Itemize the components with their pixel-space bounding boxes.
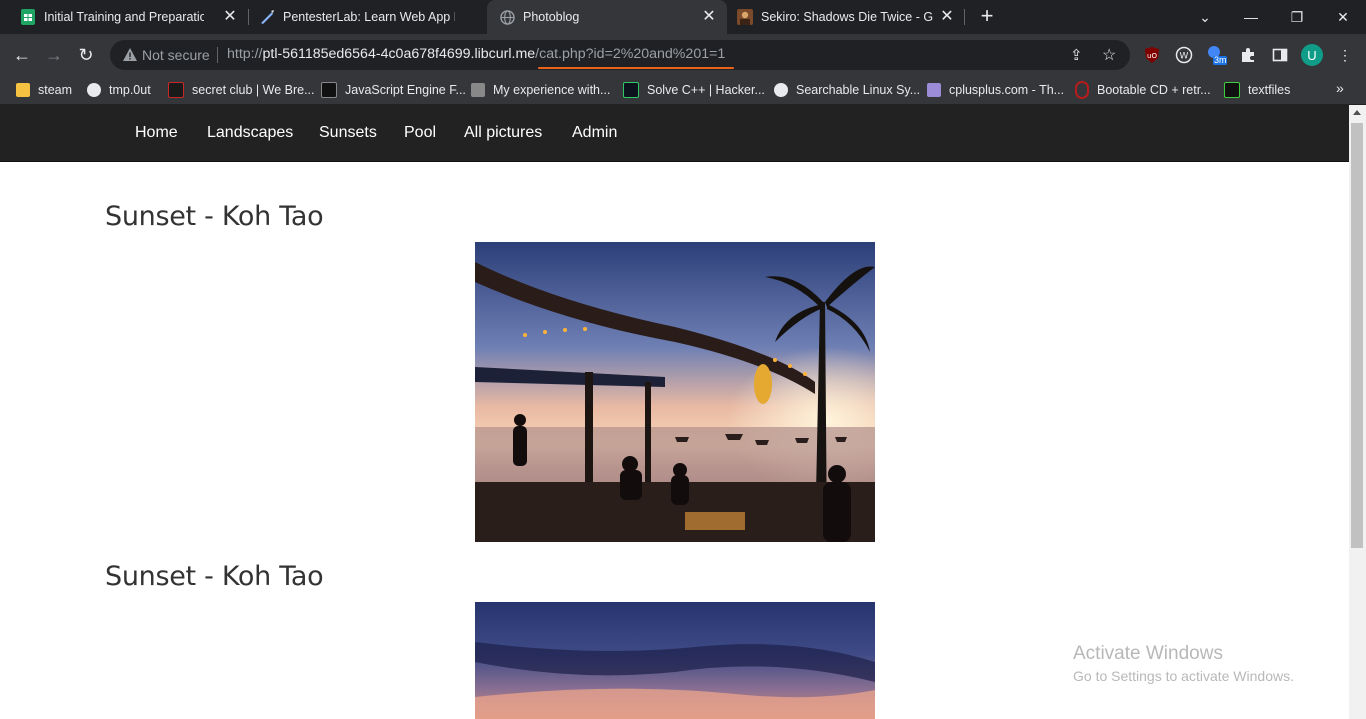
side-panel-icon[interactable] [1269, 44, 1291, 66]
new-tab-button[interactable]: + [976, 5, 998, 28]
bookmark-label: steam [38, 83, 73, 97]
bookmark-textfiles[interactable]: textfiles [1224, 81, 1290, 99]
bookmark-site-icon [321, 82, 337, 98]
cplusplus-icon [927, 83, 941, 97]
tab-separator [964, 9, 965, 25]
nav-home[interactable]: Home [135, 124, 178, 142]
tab-pentesterlab[interactable]: PentesterLab: Learn Web App Pe [249, 0, 486, 34]
close-tab-icon[interactable]: ✕ [939, 9, 955, 25]
nav-landscapes[interactable]: Landscapes [207, 124, 293, 142]
pentesterlab-icon [259, 9, 275, 25]
sekiro-icon [737, 9, 753, 25]
globe-icon [87, 83, 101, 97]
opera-icon [1075, 81, 1089, 99]
bookmark-label: cplusplus.com - Th... [949, 83, 1065, 97]
menu-icon[interactable]: ⋮ [1334, 44, 1356, 66]
avatar-icon [471, 83, 485, 97]
bookmark-label: textfiles [1248, 83, 1291, 97]
profile-avatar[interactable]: U [1301, 44, 1323, 66]
bookmark-secret-club[interactable]: secret club | We Bre... [168, 81, 315, 99]
tab-initial-training[interactable]: Initial Training and Preparation - ✕ [0, 0, 248, 34]
address-bar[interactable]: Not secure http://ptl-561185ed6564-4c0a6… [110, 40, 1130, 70]
share-icon[interactable]: ⇪ [1070, 46, 1083, 64]
bookmark-steam[interactable]: steam [16, 81, 72, 99]
textfiles-icon [1224, 82, 1240, 98]
tab-search-icon[interactable]: ⌄ [1182, 0, 1228, 34]
hackerrank-icon [623, 82, 639, 98]
forward-button[interactable]: → [42, 43, 66, 67]
globe-icon [499, 9, 515, 25]
url-annotation-underline [538, 67, 734, 69]
close-tab-icon[interactable]: ✕ [222, 9, 238, 25]
bookmark-label: secret club | We Bre... [192, 83, 315, 97]
bookmark-label: Searchable Linux Sy... [796, 83, 921, 97]
wappalyzer-icon[interactable]: W [1173, 44, 1195, 66]
bookmark-my-experience[interactable]: My experience with... [471, 81, 610, 99]
tab-title: PentesterLab: Learn Web App Pe [283, 10, 455, 24]
bookmark-label: Solve C++ | Hacker... [647, 83, 765, 97]
page-scrollbar[interactable] [1349, 105, 1366, 719]
watermark-subtitle: Go to Settings to activate Windows. [1073, 668, 1294, 684]
back-button[interactable]: ← [10, 43, 34, 67]
nav-pool[interactable]: Pool [404, 124, 436, 142]
ublock-icon[interactable]: uO [1141, 44, 1163, 66]
bookmark-hackerrank[interactable]: Solve C++ | Hacker... [623, 81, 765, 99]
bookmark-tmp0ut[interactable]: tmp.0ut [87, 81, 151, 99]
nav-all-pictures[interactable]: All pictures [464, 124, 542, 142]
reload-button[interactable]: ↻ [74, 43, 98, 67]
post-title: Sunset - Koh Tao [105, 561, 324, 592]
tab-title: Sekiro: Shadows Die Twice - Gar [761, 10, 933, 24]
folder-icon [16, 83, 30, 97]
extension-badge-icon[interactable]: 3m [1205, 44, 1227, 66]
scroll-up-icon[interactable] [1353, 110, 1361, 115]
extension-badge: 3m [1214, 55, 1227, 65]
minimize-button[interactable]: — [1228, 0, 1274, 34]
windows-activation-watermark: Activate Windows Go to Settings to activ… [1073, 643, 1294, 684]
bookmark-bootable-cd[interactable]: Bootable CD + retr... [1075, 81, 1211, 99]
nav-sunsets[interactable]: Sunsets [319, 124, 377, 142]
bookmark-label: Bootable CD + retr... [1097, 83, 1211, 97]
bookmark-cplusplus[interactable]: cplusplus.com - Th... [927, 81, 1064, 99]
scrollbar-thumb[interactable] [1351, 123, 1363, 548]
site-navbar: Home Landscapes Sunsets Pool All picture… [0, 105, 1349, 162]
url-host: ptl-561185ed6564-4c0a678f4699.libcurl.me [262, 46, 536, 62]
bookmark-star-icon[interactable]: ☆ [1102, 45, 1116, 65]
url-text[interactable]: http://ptl-561185ed6564-4c0a678f4699.lib… [227, 46, 725, 62]
bookmark-js-engine[interactable]: JavaScript Engine F... [321, 81, 466, 99]
omnibox-divider [217, 47, 218, 63]
sunset-photo [475, 242, 875, 542]
globe-icon [774, 83, 788, 97]
watermark-title: Activate Windows [1073, 643, 1223, 664]
restore-button[interactable]: ❐ [1274, 0, 1320, 34]
profile-initial: U [1301, 44, 1323, 66]
bookmark-label: tmp.0ut [109, 83, 151, 97]
close-tab-icon[interactable]: ✕ [701, 9, 717, 25]
secret-club-icon [168, 82, 184, 98]
close-window-button[interactable]: ✕ [1320, 0, 1366, 34]
security-label[interactable]: Not secure [142, 47, 210, 63]
nav-admin[interactable]: Admin [572, 124, 617, 142]
post-title: Sunset - Koh Tao [105, 201, 324, 232]
tab-strip: Initial Training and Preparation - ✕ Pen… [0, 0, 1366, 34]
svg-text:W: W [1180, 52, 1189, 62]
extensions-puzzle-icon[interactable] [1237, 44, 1259, 66]
bookmark-label: JavaScript Engine F... [345, 83, 466, 97]
sunset-photo [475, 602, 875, 719]
sheets-icon [20, 9, 36, 25]
tab-title: Photoblog [523, 10, 580, 24]
bookmark-label: My experience with... [493, 83, 611, 97]
more-bookmarks-icon[interactable]: » [1336, 80, 1344, 96]
svg-text:uO: uO [1147, 52, 1157, 60]
warning-icon[interactable] [122, 47, 138, 63]
tab-photoblog[interactable]: Photoblog ✕ [487, 0, 727, 34]
tab-title: Initial Training and Preparation - [44, 10, 204, 24]
url-scheme: http:// [227, 46, 263, 62]
tab-sekiro[interactable]: Sekiro: Shadows Die Twice - Gar ✕ [727, 0, 965, 34]
bookmark-linux-syscalls[interactable]: Searchable Linux Sy... [774, 81, 920, 99]
bookmarks-bar: steam tmp.0ut secret club | We Bre... Ja… [0, 76, 1366, 105]
url-path: /cat.php?id=2%20and%201=1 [535, 46, 726, 62]
browser-toolbar: ← → ↻ Not secure http://ptl-561185ed6564… [0, 34, 1366, 76]
